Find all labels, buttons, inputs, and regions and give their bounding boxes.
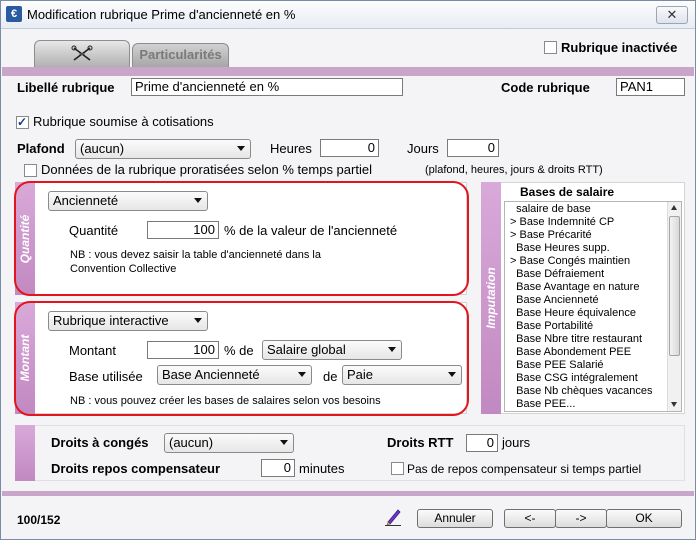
conges-label: Droits à congés <box>51 435 149 450</box>
bases-list-item[interactable]: > Base Indemnité CP <box>510 216 614 229</box>
scroll-up-icon[interactable] <box>671 205 677 210</box>
chevron-down-icon <box>194 318 202 323</box>
salaire-select-value: Salaire global <box>267 342 346 357</box>
repos-label: Droits repos compensateur <box>51 461 221 476</box>
rubrique-inactivee-checkbox[interactable] <box>544 41 557 54</box>
bases-list-item[interactable]: Base Heures supp. <box>510 242 610 255</box>
scroll-down-icon[interactable] <box>671 402 677 407</box>
montant-type-select[interactable]: Rubrique interactive <box>48 311 208 331</box>
rtt-label: Droits RTT <box>387 435 454 450</box>
heures-input[interactable]: 0 <box>320 139 379 157</box>
libelle-input[interactable]: Prime d'ancienneté en % <box>131 78 403 96</box>
quantite-nb-line2: Convention Collective <box>70 263 177 275</box>
montant-type-value: Rubrique interactive <box>53 313 169 328</box>
chevron-down-icon <box>194 198 202 203</box>
dialog-window: € Modification rubrique Prime d'ancienne… <box>0 0 696 540</box>
chevron-down-icon <box>298 372 306 377</box>
imputation-side-label: Imputation <box>481 182 501 414</box>
conges-select-value: (aucun) <box>169 435 214 450</box>
bases-list[interactable]: salaire de base > Base Indemnité CP > Base… <box>504 201 682 412</box>
tab-general[interactable] <box>34 40 130 67</box>
rtt-input[interactable]: 0 <box>466 434 498 452</box>
base-utilisee-value: Base Ancienneté <box>162 367 260 382</box>
bases-list-item[interactable]: Base Heure équivalence <box>510 307 636 320</box>
ok-button[interactable]: OK <box>606 509 682 528</box>
base-utilisee-select[interactable]: Base Ancienneté <box>157 365 312 385</box>
record-counter: 100/152 <box>17 513 61 527</box>
bases-list-item[interactable]: Base PEE... <box>510 398 575 411</box>
bases-list-item[interactable]: Base Avantage en nature <box>510 281 639 294</box>
bases-list-item[interactable]: Base Portabilité <box>510 320 593 333</box>
window-title: Modification rubrique Prime d'ancienneté… <box>27 7 296 22</box>
chevron-down-icon <box>448 372 456 377</box>
bases-list-item[interactable]: Base CSG intégralement <box>510 372 638 385</box>
bases-list-item[interactable]: Base PEE Salarié <box>510 359 603 372</box>
bases-scrollbar[interactable] <box>667 202 681 411</box>
bases-list-item[interactable]: > Base Congés maintien <box>510 255 630 268</box>
libelle-label: Libellé rubrique <box>17 80 115 95</box>
chevron-down-icon <box>280 440 288 445</box>
chevron-down-icon <box>388 347 396 352</box>
scissors-icon <box>71 45 93 61</box>
plafond-label: Plafond <box>17 141 65 156</box>
bases-list-item[interactable]: > Base Précarité <box>510 229 592 242</box>
bottom-stripe <box>2 491 694 496</box>
bases-list-item[interactable]: Base Abondement PEE <box>510 346 631 359</box>
tab-particularites[interactable]: Particularités <box>132 43 229 67</box>
cotisations-checkbox[interactable] <box>16 115 29 129</box>
montant-nb: NB : vous pouvez créer les bases de sala… <box>70 395 381 407</box>
tab-stripe <box>2 67 694 76</box>
plafond-select[interactable]: (aucun) <box>75 139 251 159</box>
prorata-note: (plafond, heures, jours & droits RTT) <box>425 164 603 176</box>
scroll-thumb[interactable] <box>669 216 680 356</box>
code-input[interactable]: PAN1 <box>616 78 685 96</box>
prorata-checkbox[interactable] <box>24 164 37 177</box>
jours-label: Jours <box>407 141 439 156</box>
code-label: Code rubrique <box>501 80 590 95</box>
previous-button[interactable]: <- <box>504 509 556 528</box>
pas-repos-checkbox[interactable] <box>391 462 404 475</box>
pas-repos-label: Pas de repos compensateur si temps parti… <box>407 462 642 476</box>
close-button[interactable]: ✕ <box>656 6 688 24</box>
repos-input[interactable]: 0 <box>261 459 295 477</box>
bases-list-item[interactable]: Base Nb chèques vacances <box>510 385 652 398</box>
quantite-type-select[interactable]: Ancienneté <box>48 191 208 211</box>
repos-unit: minutes <box>299 461 345 476</box>
title-bar: € Modification rubrique Prime d'ancienne… <box>1 1 695 29</box>
bases-list-item[interactable]: Base Défraiement <box>510 268 604 281</box>
montant-input[interactable]: 100 <box>147 341 219 359</box>
cotisations-label: Rubrique soumise à cotisations <box>33 114 214 129</box>
base-utilisee-label: Base utilisée <box>69 369 143 384</box>
prorata-label: Données de la rubrique proratisées selon… <box>41 162 372 177</box>
conges-select[interactable]: (aucun) <box>164 433 294 453</box>
heures-label: Heures <box>270 141 312 156</box>
salaire-select[interactable]: Salaire global <box>262 340 402 360</box>
droits-side-label <box>15 425 35 481</box>
rubrique-inactivee-label: Rubrique inactivée <box>561 40 678 55</box>
plafond-select-value: (aucun) <box>80 141 125 156</box>
quantite-nb-line1: NB : vous devez saisir la table d'ancien… <box>70 249 321 261</box>
rtt-unit: jours <box>502 435 531 450</box>
quantite-suffix: % de la valeur de l'ancienneté <box>224 223 398 238</box>
chevron-down-icon <box>237 146 245 151</box>
next-button[interactable]: -> <box>555 509 607 528</box>
annuler-button[interactable]: Annuler <box>417 509 493 528</box>
jours-input[interactable]: 0 <box>447 139 499 157</box>
app-icon: € <box>6 6 22 22</box>
quantite-label: Quantité <box>69 223 119 238</box>
de-label: de <box>323 369 338 384</box>
pencil-icon[interactable] <box>384 506 402 526</box>
de-select-value: Paie <box>347 367 374 382</box>
bases-list-item[interactable]: Base Ancienneté <box>510 294 599 307</box>
de-select[interactable]: Paie <box>342 365 462 385</box>
montant-label: Montant <box>69 343 116 358</box>
bases-list-item[interactable]: Base Nbre titre restaurant <box>510 333 642 346</box>
bases-list-item[interactable]: salaire de base <box>510 203 591 216</box>
quantite-input[interactable]: 100 <box>147 221 219 239</box>
montant-pct-de: % de <box>224 343 254 358</box>
bases-title: Bases de salaire <box>520 185 615 199</box>
quantite-type-value: Ancienneté <box>53 193 119 208</box>
